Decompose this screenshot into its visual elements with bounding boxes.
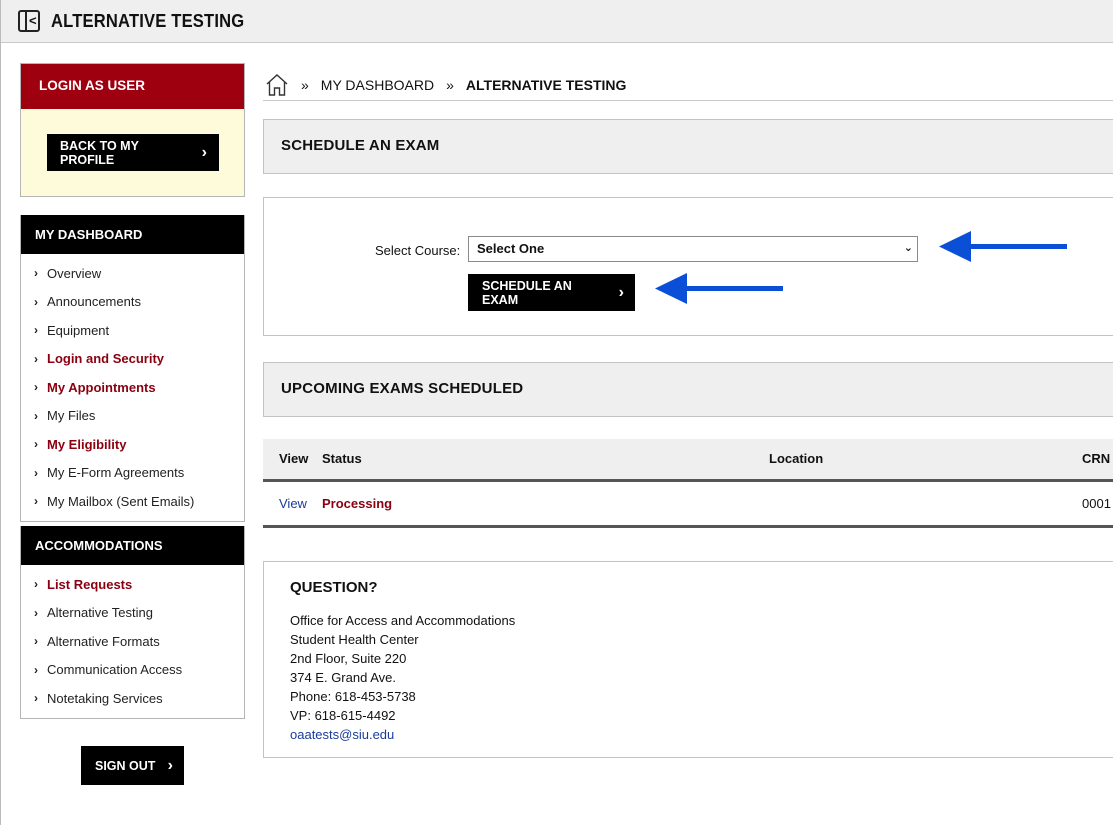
menu-item-label: My Files <box>47 408 96 424</box>
contact-line: Student Health Center <box>290 632 419 647</box>
chevron-right-icon: › <box>34 323 38 338</box>
contact-phone: Phone: 618-453-5738 <box>290 689 416 704</box>
top-bar: < ALTERNATIVE TESTING <box>1 0 1113 43</box>
sidebar-item-notetaking-services[interactable]: › Notetaking Services <box>21 684 244 713</box>
sidebar-item-my-eligibility[interactable]: › My Eligibility <box>21 430 244 459</box>
annotation-arrow-icon <box>939 231 1067 262</box>
course-select-value: Select One <box>477 241 545 256</box>
menu-item-label: Communication Access <box>47 662 183 678</box>
contact-email-link[interactable]: oaatests@siu.edu <box>290 727 394 742</box>
schedule-exam-form: Select Course: Select One ⌄ SCHEDULE AN … <box>263 197 1113 336</box>
sidebar-item-alternative-formats[interactable]: › Alternative Formats <box>21 627 244 656</box>
login-as-user-panel: LOGIN AS USER BACK TO MY PROFILE › <box>20 63 245 197</box>
breadcrumb-my-dashboard[interactable]: MY DASHBOARD <box>321 77 434 93</box>
menu-item-label: Equipment <box>47 322 110 338</box>
chevron-right-icon: › <box>167 756 173 774</box>
chevron-right-icon: › <box>34 577 38 592</box>
schedule-exam-panel: SCHEDULE AN EXAM <box>263 119 1113 174</box>
chevron-right-icon: › <box>34 662 38 677</box>
chevron-right-icon: › <box>34 691 38 706</box>
accommodations-menu-title: ACCOMMODATIONS <box>21 526 244 565</box>
breadcrumb-current: ALTERNATIVE TESTING <box>465 77 627 93</box>
exam-crn: 0001 <box>1066 480 1113 528</box>
sign-out-label: SIGN OUT <box>95 758 156 773</box>
sidebar-item-announcements[interactable]: › Announcements <box>21 288 244 317</box>
column-header-status: Status <box>322 439 753 482</box>
contact-line: 2nd Floor, Suite 220 <box>290 651 407 666</box>
sidebar-toggle-icon[interactable]: < <box>18 10 40 32</box>
table-header-row: View Status Location CRN <box>263 439 1113 482</box>
sidebar-item-list-requests[interactable]: › List Requests <box>21 570 244 599</box>
breadcrumb-separator-icon: » <box>301 77 309 93</box>
menu-item-label: Login and Security <box>47 351 165 367</box>
login-as-user-title: LOGIN AS USER <box>21 64 244 109</box>
chevron-right-icon: › <box>34 494 38 509</box>
back-to-profile-label: BACK TO MY PROFILE <box>60 138 139 167</box>
sidebar-item-equipment[interactable]: › Equipment <box>21 316 244 345</box>
exam-status: Processing <box>322 480 753 528</box>
chevron-down-icon: ⌄ <box>903 242 913 254</box>
chevron-right-icon: › <box>618 283 624 301</box>
column-header-crn: CRN <box>1066 439 1113 482</box>
chevron-right-icon: › <box>34 408 38 423</box>
chevron-right-icon: › <box>34 605 38 620</box>
home-icon[interactable] <box>265 73 289 97</box>
sidebar-item-my-appointments[interactable]: › My Appointments <box>21 373 244 402</box>
question-box: QUESTION? Office for Access and Accommod… <box>263 561 1113 758</box>
menu-item-label: List Requests <box>47 576 133 592</box>
schedule-exam-button-label: SCHEDULE AN EXAM <box>482 278 572 307</box>
chevron-right-icon: › <box>34 465 38 480</box>
column-header-view: View <box>263 439 322 482</box>
page-title: ALTERNATIVE TESTING <box>51 11 245 31</box>
chevron-right-icon: › <box>34 294 38 309</box>
sidebar-item-my-e-form-agreements[interactable]: › My E-Form Agreements <box>21 459 244 488</box>
upcoming-exams-table: View Status Location CRN View Processing… <box>263 439 1113 528</box>
schedule-exam-button[interactable]: SCHEDULE AN EXAM › <box>468 274 635 311</box>
menu-item-label: My Mailbox (Sent Emails) <box>47 493 195 509</box>
chevron-right-icon: › <box>201 143 207 161</box>
annotation-arrow-icon <box>655 273 783 304</box>
menu-item-label: My Eligibility <box>47 436 127 452</box>
menu-item-label: Alternative Testing <box>47 605 153 621</box>
menu-item-label: Announcements <box>47 294 141 310</box>
select-course-label: Select Course: <box>375 243 461 258</box>
upcoming-exams-panel: UPCOMING EXAMS SCHEDULED <box>263 362 1113 417</box>
sidebar-item-my-mailbox-sent-emails[interactable]: › My Mailbox (Sent Emails) <box>21 487 244 516</box>
menu-item-label: Notetaking Services <box>47 690 163 706</box>
view-exam-link[interactable]: View <box>279 496 307 511</box>
contact-line: Office for Access and Accommodations <box>290 613 516 628</box>
contact-vp: VP: 618-615-4492 <box>290 708 396 723</box>
menu-item-label: Overview <box>47 265 102 281</box>
sidebar-item-overview[interactable]: › Overview <box>21 259 244 288</box>
sidebar-item-alternative-testing[interactable]: › Alternative Testing <box>21 599 244 628</box>
sidebar-item-login-and-security[interactable]: › Login and Security <box>21 345 244 374</box>
course-select[interactable]: Select One ⌄ <box>468 236 918 262</box>
upcoming-exams-title: UPCOMING EXAMS SCHEDULED <box>264 363 1113 416</box>
menu-item-label: My E-Form Agreements <box>47 465 185 481</box>
sidebar-item-my-files[interactable]: › My Files <box>21 402 244 431</box>
menu-item-label: My Appointments <box>47 379 156 395</box>
table-row: View Processing 0001 <box>263 480 1113 528</box>
sidebar-item-communication-access[interactable]: › Communication Access <box>21 656 244 685</box>
menu-item-label: Alternative Formats <box>47 633 160 649</box>
chevron-right-icon: › <box>34 351 38 366</box>
schedule-exam-title: SCHEDULE AN EXAM <box>264 120 1113 173</box>
dashboard-menu: MY DASHBOARD › Overview › Announcements › Equ… <box>20 215 245 522</box>
question-title: QUESTION? <box>290 579 378 596</box>
dashboard-menu-title: MY DASHBOARD <box>21 215 244 254</box>
exam-location <box>753 480 1066 528</box>
breadcrumb-separator-icon: » <box>446 77 454 93</box>
contact-line: 374 E. Grand Ave. <box>290 670 396 685</box>
accommodations-menu: ACCOMMODATIONS › List Requests › Alternativ… <box>20 526 245 719</box>
back-to-profile-button[interactable]: BACK TO MY PROFILE › <box>47 134 219 171</box>
chevron-right-icon: › <box>34 634 38 649</box>
chevron-right-icon: › <box>34 437 38 452</box>
chevron-right-icon: › <box>34 266 38 281</box>
chevron-right-icon: › <box>34 380 38 395</box>
breadcrumb: » MY DASHBOARD » ALTERNATIVE TESTING <box>263 70 1113 101</box>
column-header-location: Location <box>753 439 1066 482</box>
sign-out-button[interactable]: SIGN OUT › <box>81 746 184 785</box>
